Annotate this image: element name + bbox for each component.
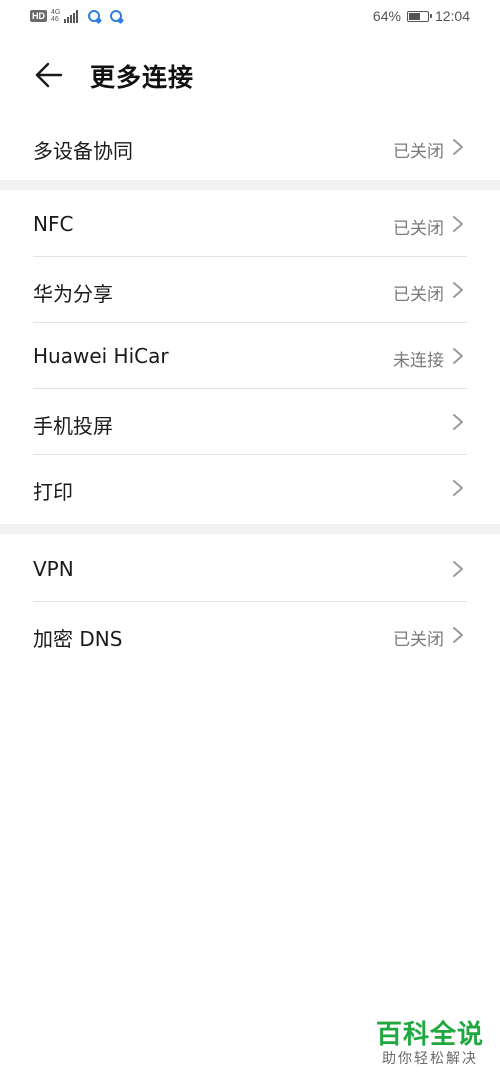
hd-badge: HD [30, 10, 47, 22]
setting-label: 加密 DNS [33, 627, 123, 651]
settings-group-2: NFC 已关闭 华为分享 已关闭 Huawei HiCar 未连接 手机投屏 打… [0, 191, 500, 521]
watermark-subtitle: 助你轻松解决 [381, 1051, 478, 1067]
signal-icon [64, 9, 79, 23]
watermark-logo: 百科全说 助你轻松解决 [376, 1020, 484, 1068]
setting-label: VPN [33, 557, 74, 581]
back-button[interactable] [33, 60, 65, 90]
status-bar: HD 4G 46 64% 12:04 [0, 0, 500, 36]
app-header: 更多连接 [0, 50, 500, 100]
setting-row-hicar[interactable]: Huawei HiCar 未连接 [0, 323, 500, 389]
group-separator [0, 180, 500, 190]
network-type: 4G 46 [51, 9, 60, 23]
battery-level [408, 12, 421, 20]
setting-value: 未连接 [393, 351, 444, 371]
arrow-left-icon [35, 62, 63, 88]
clock: 12:04 [434, 8, 470, 24]
setting-row-screen-projection[interactable]: 手机投屏 [0, 389, 500, 455]
setting-row-huawei-share[interactable]: 华为分享 已关闭 [0, 257, 500, 323]
network-type-label: 4G [51, 9, 61, 16]
settings-group-3: VPN 加密 DNS 已关闭 [0, 536, 500, 668]
battery-icon [406, 10, 432, 22]
setting-row-multi-device-collab[interactable]: 多设备协同 已关闭 [0, 114, 500, 180]
setting-label: NFC [33, 212, 74, 236]
notification-app-icon [110, 10, 123, 22]
setting-row-nfc[interactable]: NFC 已关闭 [0, 191, 500, 257]
chevron-right-icon [453, 414, 463, 430]
setting-value: 已关闭 [393, 630, 444, 650]
setting-label: 打印 [33, 480, 73, 504]
status-bar-right: 64% 12:04 [373, 8, 470, 24]
chevron-right-icon [453, 216, 463, 232]
setting-label: 华为分享 [33, 282, 113, 306]
notification-app-icon [88, 10, 101, 22]
setting-value: 已关闭 [393, 285, 444, 305]
setting-label: 多设备协同 [33, 139, 133, 163]
setting-value: 已关闭 [393, 142, 444, 162]
status-bar-left: HD 4G 46 [30, 9, 123, 23]
battery-percent: 64% [372, 8, 401, 24]
setting-value: 已关闭 [393, 219, 444, 239]
chevron-right-icon [453, 348, 463, 364]
chevron-right-icon [453, 480, 463, 496]
chevron-right-icon [453, 561, 463, 577]
chevron-right-icon [453, 282, 463, 298]
setting-row-vpn[interactable]: VPN [0, 536, 500, 602]
group-separator [0, 524, 500, 534]
setting-label: Huawei HiCar [33, 344, 169, 368]
settings-group-1: 多设备协同 已关闭 [0, 114, 500, 180]
setting-row-print[interactable]: 打印 [0, 455, 500, 521]
setting-label: 手机投屏 [33, 414, 113, 438]
network-sub-label: 46 [51, 16, 59, 23]
setting-row-encrypted-dns[interactable]: 加密 DNS 已关闭 [0, 602, 500, 668]
chevron-right-icon [453, 627, 463, 643]
watermark-title: 百科全说 [375, 1020, 484, 1050]
chevron-right-icon [453, 139, 463, 155]
page-title: 更多连接 [90, 63, 195, 92]
